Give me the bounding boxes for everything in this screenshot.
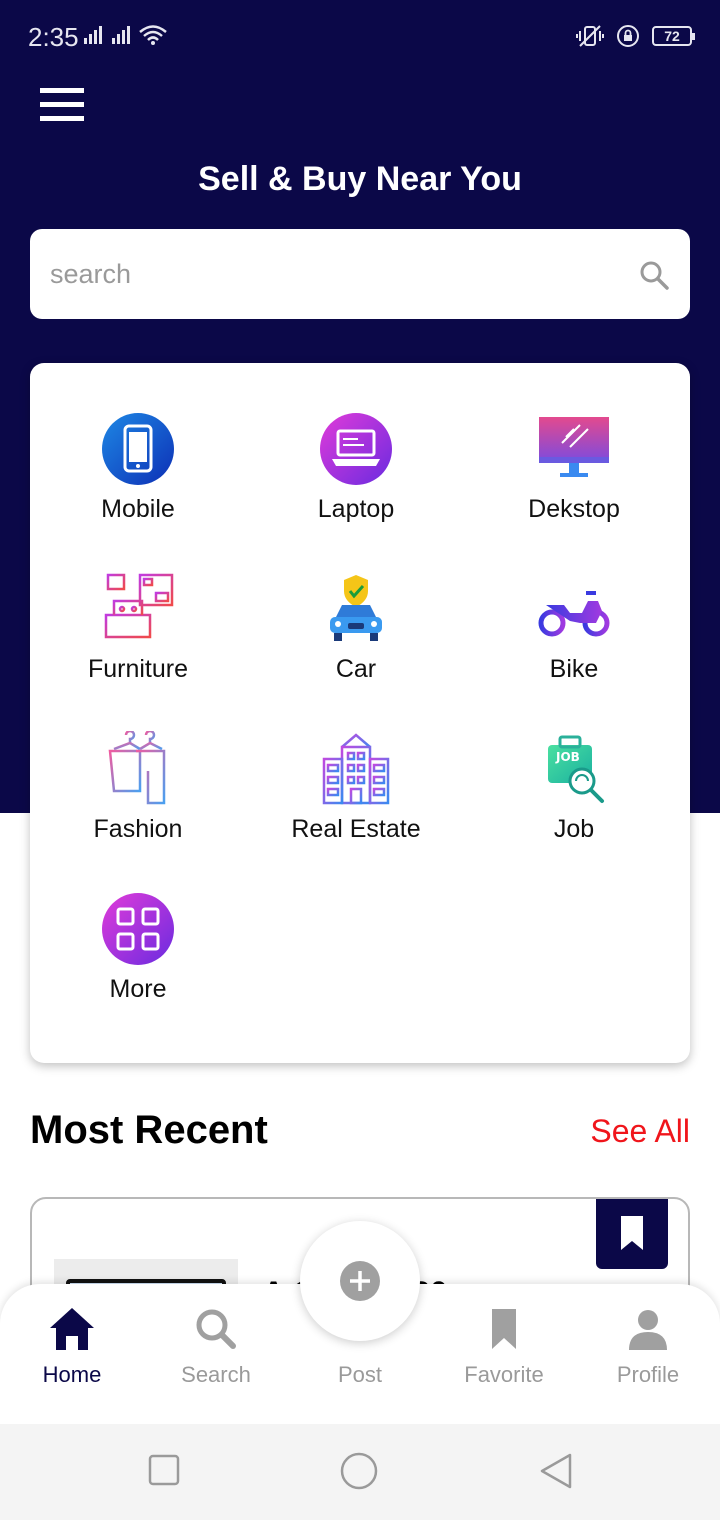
search-bar [30,229,690,319]
wifi-icon [139,25,167,45]
status-time: 2:35 [28,22,79,52]
category-car[interactable]: Car [256,571,456,684]
rotation-lock-icon [617,25,639,47]
category-mobile[interactable]: Mobile [38,411,238,524]
category-bike[interactable]: Bike [474,571,674,684]
category-label: Real Estate [291,815,421,843]
bookmark-icon [621,1216,643,1250]
nav-profile[interactable]: Profile [578,1306,718,1388]
category-label: Fashion [93,815,183,843]
category-label: More [109,975,167,1003]
nav-home[interactable]: Home [2,1306,142,1388]
recent-apps-icon[interactable] [148,1454,180,1486]
search-icon [196,1309,236,1349]
category-desktop[interactable]: Dekstop [474,411,674,524]
home-icon [50,1308,94,1350]
see-all-link[interactable]: See All [590,1113,690,1150]
svg-text:JOB: JOB [555,750,580,764]
plus-icon [340,1261,380,1301]
category-grid: Mobile Laptop Dekstop Furniture Car Bike… [30,363,690,1063]
system-nav-bar [0,1424,720,1520]
category-label: Car [335,655,377,683]
nav-label: Profile [616,1362,680,1387]
category-fashion[interactable]: Fashion [38,731,238,844]
home-circle-icon[interactable] [340,1452,378,1490]
signal-icon [84,26,102,44]
menu-icon[interactable] [40,88,84,124]
category-job[interactable]: JOB Job [474,731,674,844]
search-input[interactable] [50,249,610,299]
vibrate-icon [576,25,604,47]
laptop-icon [320,413,392,485]
category-label: Job [553,815,595,843]
bike-icon [538,591,610,637]
fashion-icon [108,731,166,805]
bookmark-button[interactable] [596,1199,668,1269]
category-laptop[interactable]: Laptop [256,411,456,524]
category-label: Furniture [87,655,189,683]
section-title-most-recent: Most Recent [30,1108,268,1152]
status-bar: 2:35 72 [0,0,720,72]
category-more[interactable]: More [38,891,238,1004]
desktop-icon [539,417,609,477]
category-label: Dekstop [528,495,620,523]
more-grid-icon [102,893,174,965]
real-estate-icon [322,733,390,805]
nav-search[interactable]: Search [146,1306,286,1388]
nav-label: Home [42,1362,102,1387]
back-icon[interactable] [538,1452,574,1490]
nav-label: Search [181,1362,251,1387]
bookmark-icon [492,1309,516,1349]
nav-label: Post [337,1362,383,1387]
category-label: Bike [549,655,599,683]
nav-label: Favorite [464,1362,544,1387]
status-left-icons [82,24,168,46]
category-furniture[interactable]: Furniture [38,571,238,684]
battery-icon: 72 [652,26,695,46]
profile-icon [629,1310,667,1350]
signal-icon [112,26,130,44]
category-label: Mobile [101,495,175,523]
page-title: Sell & Buy Near You [198,160,522,198]
category-label: Laptop [317,495,395,523]
category-real-estate[interactable]: Real Estate [256,731,456,844]
nav-favorite[interactable]: Favorite [434,1306,574,1388]
job-icon: JOB [548,735,604,803]
search-icon[interactable] [638,259,670,291]
car-icon [330,575,382,641]
post-button[interactable] [300,1221,420,1341]
furniture-icon [104,573,174,643]
status-right-icons: 72 [576,24,695,48]
mobile-icon [102,413,174,485]
